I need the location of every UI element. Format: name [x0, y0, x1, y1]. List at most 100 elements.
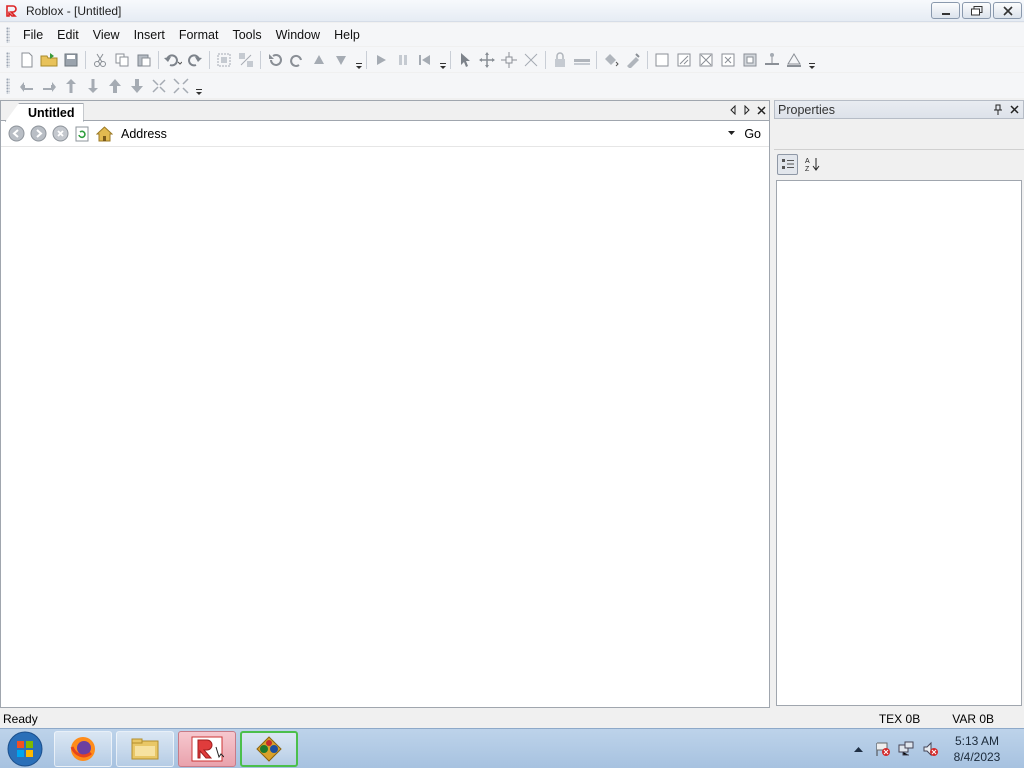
tilt-icon[interactable]	[286, 49, 308, 71]
taskbar-file-explorer[interactable]	[116, 730, 174, 767]
network-icon[interactable]	[896, 739, 916, 759]
menu-window[interactable]: Window	[269, 25, 327, 45]
restore-button[interactable]	[962, 2, 991, 19]
camera-back-icon[interactable]	[126, 75, 148, 97]
back-button[interactable]	[7, 125, 25, 143]
address-dropdown-icon[interactable]	[724, 131, 738, 136]
tab-scroll-left-icon[interactable]	[728, 104, 738, 116]
panel-close-icon[interactable]	[1009, 103, 1019, 115]
action-center-flag-icon[interactable]	[872, 739, 892, 759]
surface-glue-icon[interactable]	[673, 49, 695, 71]
tab-close-icon[interactable]	[756, 104, 766, 116]
restore-icon	[970, 5, 982, 15]
minimize-button[interactable]	[931, 2, 960, 19]
lock-icon[interactable]	[549, 49, 571, 71]
address-input[interactable]	[170, 124, 725, 143]
go-button[interactable]: Go	[738, 127, 769, 141]
camera-up-icon[interactable]	[60, 75, 82, 97]
surface-smooth-icon[interactable]	[651, 49, 673, 71]
zoom-in-icon[interactable]	[148, 75, 170, 97]
stop-button[interactable]	[51, 125, 69, 143]
home-button[interactable]	[95, 125, 113, 143]
toolbar-overflow-icon[interactable]	[354, 50, 363, 70]
camera-down-icon[interactable]	[82, 75, 104, 97]
new-file-icon[interactable]	[16, 49, 38, 71]
3d-viewport[interactable]	[1, 148, 769, 707]
paint-bucket-icon[interactable]	[600, 49, 622, 71]
windows-logo-icon	[7, 731, 43, 766]
taskbar-firefox[interactable]	[54, 730, 112, 767]
properties-filter-area	[774, 119, 1024, 150]
undo-icon[interactable]	[162, 49, 184, 71]
menu-view[interactable]: View	[86, 25, 127, 45]
axis-icon[interactable]	[520, 49, 542, 71]
volume-muted-icon[interactable]	[920, 739, 940, 759]
ungroup-icon[interactable]	[235, 49, 257, 71]
tab-untitled[interactable]: Untitled	[5, 103, 84, 122]
address-bar: Address Go	[1, 121, 769, 147]
surface-hinge-icon[interactable]	[761, 49, 783, 71]
surface-motor-icon[interactable]	[783, 49, 805, 71]
texture-memory-indicator: TEX 0B	[878, 711, 921, 726]
material-icon[interactable]	[622, 49, 644, 71]
properties-panel: Properties AZ	[774, 100, 1024, 708]
stop-icon	[52, 125, 68, 142]
surface-studs-icon[interactable]	[717, 49, 739, 71]
camera-right-icon[interactable]	[38, 75, 60, 97]
toolbar-overflow-icon[interactable]	[194, 76, 203, 96]
save-icon[interactable]	[60, 49, 82, 71]
select-icon[interactable]	[454, 49, 476, 71]
toolbar-grip[interactable]	[6, 77, 10, 94]
rotate-left-icon[interactable]	[264, 49, 286, 71]
paste-icon[interactable]	[133, 49, 155, 71]
camera-left-icon[interactable]	[16, 75, 38, 97]
camera-forward-icon[interactable]	[104, 75, 126, 97]
document-panel: Untitled Address Go	[0, 100, 770, 708]
categorized-view-icon[interactable]	[777, 153, 798, 175]
toolbar-overflow-icon[interactable]	[438, 50, 447, 70]
toolbar-overflow-icon[interactable]	[807, 50, 816, 70]
surface-inlet-icon[interactable]	[739, 49, 761, 71]
redo-icon[interactable]	[184, 49, 206, 71]
menu-insert[interactable]: Insert	[127, 25, 172, 45]
zoom-out-icon[interactable]	[170, 75, 192, 97]
refresh-button[interactable]	[73, 125, 91, 143]
alphabetical-sort-icon[interactable]: AZ	[802, 154, 823, 175]
resize-icon[interactable]	[498, 49, 520, 71]
cut-icon[interactable]	[89, 49, 111, 71]
close-button[interactable]	[993, 2, 1022, 19]
menu-tools[interactable]: Tools	[225, 25, 268, 45]
pause-icon[interactable]	[392, 49, 414, 71]
toolbar-separator	[596, 50, 597, 69]
properties-header: Properties	[774, 100, 1024, 119]
toolbar-separator	[366, 50, 367, 69]
menu-grip[interactable]	[6, 26, 10, 43]
anchor-icon[interactable]	[571, 49, 593, 71]
move-up-icon[interactable]	[308, 49, 330, 71]
back-arrow-icon	[8, 125, 24, 142]
taskbar-roblox-studio[interactable]	[240, 730, 298, 767]
move-down-icon[interactable]	[330, 49, 352, 71]
start-button[interactable]	[0, 729, 50, 768]
show-hidden-icons-icon[interactable]	[848, 739, 868, 759]
menu-edit[interactable]: Edit	[50, 25, 86, 45]
menu-format[interactable]: Format	[172, 25, 226, 45]
system-clock[interactable]: 5:13 AM 8/4/2023	[944, 733, 1010, 765]
pin-icon[interactable]	[993, 103, 1003, 115]
reset-icon[interactable]	[414, 49, 436, 71]
group-icon[interactable]	[213, 49, 235, 71]
menu-help[interactable]: Help	[327, 25, 367, 45]
taskbar-roblox[interactable]	[178, 730, 236, 767]
toolbar-separator	[260, 50, 261, 69]
surface-weld-icon[interactable]	[695, 49, 717, 71]
properties-grid[interactable]	[776, 180, 1022, 706]
tab-scroll-right-icon[interactable]	[742, 104, 752, 116]
toolbar-grip[interactable]	[6, 51, 10, 68]
move-icon[interactable]	[476, 49, 498, 71]
home-icon	[95, 125, 113, 141]
menu-file[interactable]: File	[16, 25, 50, 45]
open-folder-icon[interactable]	[38, 49, 60, 71]
copy-icon[interactable]	[111, 49, 133, 71]
forward-button[interactable]	[29, 125, 47, 143]
play-icon[interactable]	[370, 49, 392, 71]
